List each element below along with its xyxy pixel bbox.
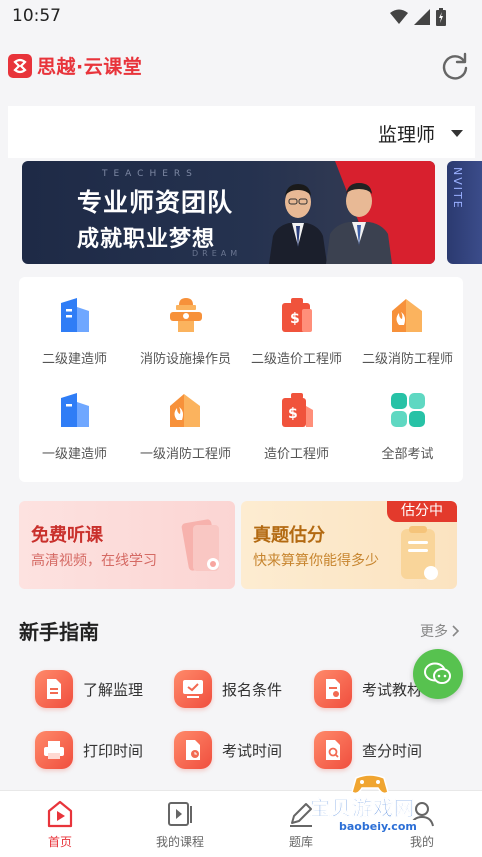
refresh-icon[interactable] (440, 51, 470, 81)
document-icon (401, 526, 438, 580)
site-watermark: 宝贝游戏网 baobeiy.com (300, 772, 460, 842)
building-icon (60, 298, 89, 332)
app-header: 思越·云课堂 (0, 34, 482, 98)
status-bar: 10:57 (0, 0, 482, 34)
guide-item-score-query[interactable]: 查分时间 (314, 730, 422, 770)
guide-item-about[interactable]: 了解监理 (35, 669, 143, 709)
banner-peek-text: NVITE (451, 167, 464, 210)
hydrant-icon (169, 298, 202, 332)
banner-headline: 专业师资团队 (77, 188, 234, 217)
guide-label: 查分时间 (362, 741, 423, 760)
exam-label: 一级消防工程师 (139, 447, 231, 462)
chevron-right-icon (452, 625, 460, 637)
guide-label: 了解监理 (83, 680, 144, 699)
promo-subtitle: 快来算算你能得多少 (253, 553, 379, 569)
caret-down-icon (451, 130, 463, 137)
scoring-badge: 估分中 (387, 501, 457, 522)
exam-label: 二级造价工程师 (250, 352, 342, 367)
tab-home[interactable]: 首页 (0, 791, 120, 857)
guide-item-exam-time[interactable]: 考试时间 (174, 730, 282, 770)
teacher-photo (269, 184, 327, 264)
status-time: 10:57 (12, 6, 61, 26)
guide-label: 打印时间 (83, 741, 144, 760)
book-icon (181, 519, 219, 571)
exam-item-cost-engineer[interactable]: $ 造价工程师 (241, 372, 352, 462)
guide-title: 新手指南 (19, 620, 99, 644)
app-logo: 思越·云课堂 (8, 52, 142, 79)
guide-item-registration[interactable]: 报名条件 (174, 669, 282, 709)
exam-label: 全部考试 (381, 447, 434, 462)
exam-item-second-class-cost-engineer[interactable]: $ 二级造价工程师 (241, 277, 352, 367)
promo-title: 免费听课 (31, 525, 103, 546)
exam-item-second-class-fire-engineer[interactable]: 二级消防工程师 (352, 277, 463, 367)
grid-icon (390, 393, 425, 427)
promo-title: 真题估分 (253, 525, 325, 546)
calendar-icon (174, 731, 212, 769)
print-icon (35, 731, 73, 769)
promo-subtitle: 高清视频，在线学习 (31, 553, 157, 569)
banner-deco-text: TEACHERS (102, 169, 198, 179)
guide-label: 报名条件 (222, 680, 283, 699)
chat-icon (424, 662, 451, 684)
guide-item-textbook[interactable]: 考试教材 (314, 669, 422, 709)
exam-item-first-class-constructor[interactable]: 一级建造师 (19, 372, 130, 462)
monitor-check-icon (174, 670, 212, 708)
home-play-icon (47, 800, 73, 828)
watermark-url: baobeiy.com (336, 820, 420, 833)
exam-label: 造价工程师 (263, 447, 329, 462)
exam-label: 二级消防工程师 (361, 352, 453, 367)
score-estimate-card[interactable]: 真题估分 快来算算你能得多少 估分中 (241, 501, 457, 589)
fire-house-icon (169, 394, 200, 427)
textbook-icon (314, 670, 352, 708)
banner-carousel[interactable]: TEACHERS 专业师资团队 成就职业梦想 DREAM (22, 161, 435, 264)
exam-item-all-exams[interactable]: 全部考试 (352, 372, 463, 462)
more-label: 更多 (420, 624, 448, 640)
search-document-icon (314, 731, 352, 769)
guide-header: 新手指南 更多 (19, 616, 464, 646)
logo-mark-icon (8, 53, 32, 78)
selector-label: 监理师 (377, 124, 435, 146)
tab-label: 我的课程 (155, 835, 204, 849)
exam-item-first-class-fire-engineer[interactable]: 一级消防工程师 (130, 372, 241, 462)
teacher-photo (326, 183, 392, 264)
exam-label: 消防设施操作员 (139, 352, 231, 367)
battery-icon (436, 8, 446, 26)
svg-text:$: $ (288, 406, 298, 422)
logo-text: 思越·云课堂 (37, 56, 143, 78)
tab-my-courses[interactable]: 我的课程 (120, 791, 240, 857)
guide-more-link[interactable]: 更多 (420, 621, 460, 641)
exam-label: 一级建造师 (41, 447, 107, 462)
exam-item-fire-facility-operator[interactable]: 消防设施操作员 (130, 277, 241, 367)
tab-label: 首页 (47, 835, 72, 849)
guide-label: 考试时间 (222, 741, 283, 760)
wifi-icon (390, 9, 408, 24)
wechat-chat-button[interactable] (413, 649, 463, 699)
watermark-text: 宝贝游戏网 (310, 796, 415, 821)
cost-bag-icon: $ (281, 298, 312, 332)
signal-icon (414, 9, 430, 25)
status-icons (390, 8, 446, 26)
banner-next-slide[interactable]: NVITE (447, 161, 482, 264)
svg-text:$: $ (290, 311, 300, 327)
exam-selector[interactable]: 监理师 (8, 106, 475, 158)
building-icon (60, 393, 89, 427)
document-icon (35, 670, 73, 708)
exam-item-second-class-constructor[interactable]: 二级建造师 (19, 277, 130, 367)
exam-category-grid: 二级建造师 消防设施操作员 $ 二级造价工程师 二级消防工程师 一级建造师 一级… (19, 277, 463, 482)
banner-deco-text: DREAM (192, 249, 242, 258)
exam-label: 二级建造师 (41, 352, 107, 367)
free-lessons-card[interactable]: 免费听课 高清视频，在线学习 (19, 501, 235, 589)
guide-label: 考试教材 (362, 680, 423, 699)
fire-house-icon (391, 299, 422, 332)
cost-bag-icon: $ (281, 393, 313, 427)
guide-item-print-time[interactable]: 打印时间 (35, 730, 143, 770)
video-course-icon (168, 802, 192, 826)
